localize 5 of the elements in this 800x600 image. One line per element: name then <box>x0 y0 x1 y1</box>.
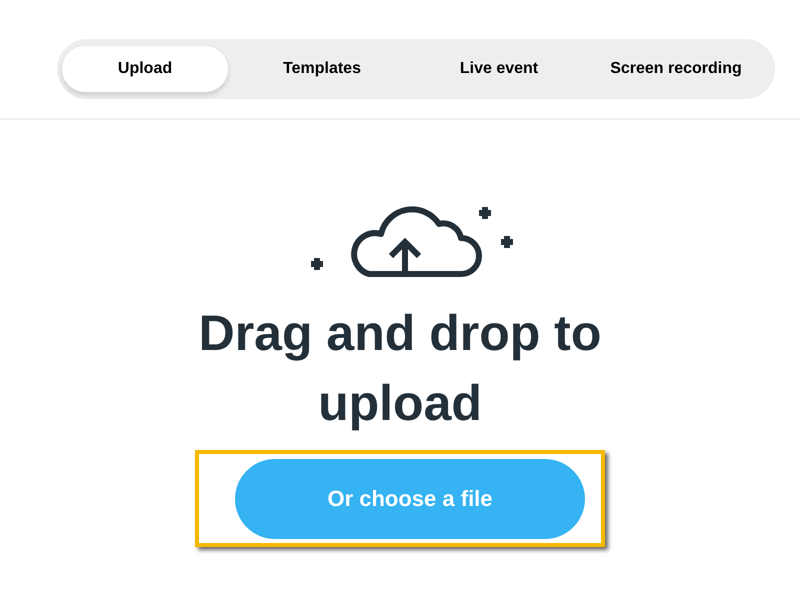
heading: Drag and drop to upload <box>198 304 602 433</box>
tab[interactable]: Screen recording <box>593 46 759 92</box>
tab[interactable]: Live event <box>416 46 582 92</box>
tab[interactable]: Templates <box>239 46 405 92</box>
tab[interactable]: Upload <box>62 46 228 92</box>
